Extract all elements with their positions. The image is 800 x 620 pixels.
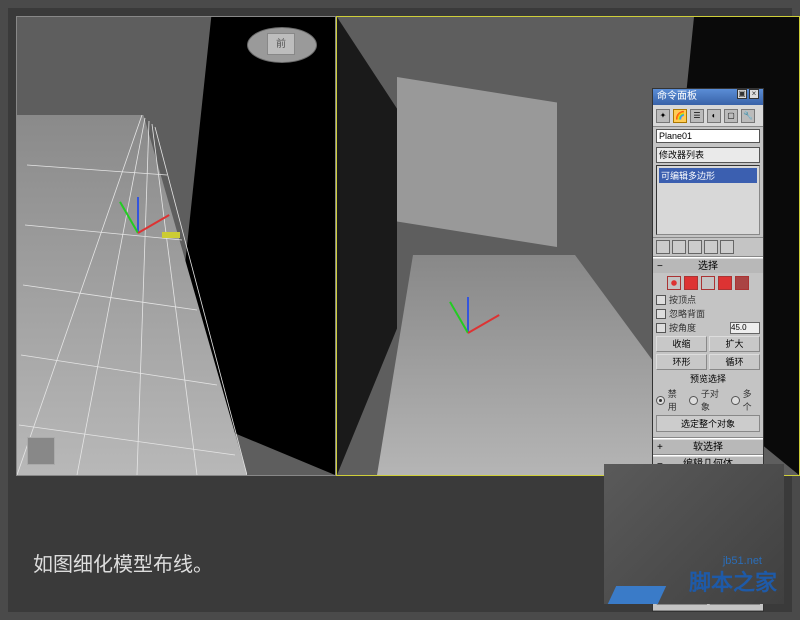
pin-stack-icon[interactable] — [656, 240, 670, 254]
hierarchy-tab-icon[interactable]: ☰ — [690, 109, 704, 123]
utilities-tab-icon[interactable]: 🔧 — [741, 109, 755, 123]
ignore-backfacing-label: 忽略背面 — [669, 307, 705, 320]
by-angle-label: 按角度 — [669, 321, 696, 334]
axis-z-icon — [467, 297, 469, 333]
ignore-backfacing-checkbox[interactable] — [656, 309, 666, 319]
floor-wireframe — [17, 115, 247, 475]
by-vertex-checkbox[interactable] — [656, 295, 666, 305]
vertex-level-icon[interactable] — [667, 276, 681, 290]
stack-tools — [653, 237, 763, 257]
modify-tab-icon[interactable]: 🌈 — [673, 109, 687, 123]
close-icon[interactable]: × — [749, 89, 759, 99]
viewcube-icon[interactable] — [27, 437, 55, 465]
multiple-label: 多个 — [743, 387, 760, 413]
edge-level-icon[interactable] — [684, 276, 698, 290]
panel-titlebar[interactable]: 命令面板 ▣× — [653, 89, 763, 105]
unique-icon[interactable] — [688, 240, 702, 254]
show-end-icon[interactable] — [672, 240, 686, 254]
motion-tab-icon[interactable]: ◐ — [707, 109, 721, 123]
subobj-label: 子对象 — [701, 387, 727, 413]
config-icon[interactable] — [720, 240, 734, 254]
panel-title-text: 命令面板 — [657, 89, 697, 105]
disable-radio[interactable] — [656, 396, 665, 405]
stack-item-editable-poly[interactable]: 可编辑多边形 — [659, 168, 757, 183]
remove-mod-icon[interactable] — [704, 240, 718, 254]
modifier-list-dropdown[interactable]: 修改器列表 — [656, 147, 760, 163]
object-name-input[interactable] — [656, 129, 760, 143]
viewport-label: 前 — [267, 33, 295, 55]
border-level-icon[interactable] — [701, 276, 715, 290]
tutorial-caption: 如图细化模型布线。 — [33, 548, 213, 577]
display-tab-icon[interactable]: ▢ — [724, 109, 738, 123]
by-vertex-label: 按顶点 — [669, 293, 696, 306]
subobj-radio[interactable] — [689, 396, 698, 405]
viewport-scene: 前 — [17, 17, 335, 475]
loop-button[interactable]: 循环 — [709, 354, 760, 370]
create-tab-icon[interactable]: ✦ — [656, 109, 670, 123]
wall-left — [337, 17, 397, 475]
viewport-left[interactable]: 前 — [16, 16, 336, 476]
ring-button[interactable]: 环形 — [656, 354, 707, 370]
preview-selection-label: 预览选择 — [656, 372, 760, 385]
by-angle-checkbox[interactable] — [656, 323, 666, 333]
accent-shape — [608, 586, 666, 604]
panel-tabs: ✦ 🌈 ☰ ◐ ▢ 🔧 — [653, 105, 763, 127]
disable-label: 禁用 — [668, 387, 685, 413]
subobject-level-icons — [656, 276, 760, 290]
pin-icon[interactable]: ▣ — [737, 89, 747, 99]
polygon-level-icon[interactable] — [718, 276, 732, 290]
grow-button[interactable]: 扩大 — [709, 336, 760, 352]
axis-xy-icon — [162, 232, 180, 238]
rollout-selection: 选择 按顶点 忽略背面 按角度 收缩扩大 环形循环 预览选择 禁用 子对象 多个… — [653, 257, 763, 438]
back-wall — [397, 77, 557, 247]
rollout-soft-selection: 软选择 — [653, 438, 763, 455]
rollout-header-soft-selection[interactable]: 软选择 — [653, 439, 763, 454]
shrink-button[interactable]: 收缩 — [656, 336, 707, 352]
app-frame: 前 命令面板 ▣× ✦ 🌈 ☰ — [0, 0, 800, 620]
rollout-header-selection[interactable]: 选择 — [653, 258, 763, 273]
element-level-icon[interactable] — [735, 276, 749, 290]
modifier-stack[interactable]: 可编辑多边形 — [656, 165, 760, 235]
site-logo: 脚本之家 — [689, 565, 777, 597]
select-whole-label: 选定整个对象 — [656, 415, 760, 432]
axis-z-icon — [137, 197, 139, 233]
angle-input[interactable] — [730, 322, 760, 334]
multiple-radio[interactable] — [731, 396, 740, 405]
